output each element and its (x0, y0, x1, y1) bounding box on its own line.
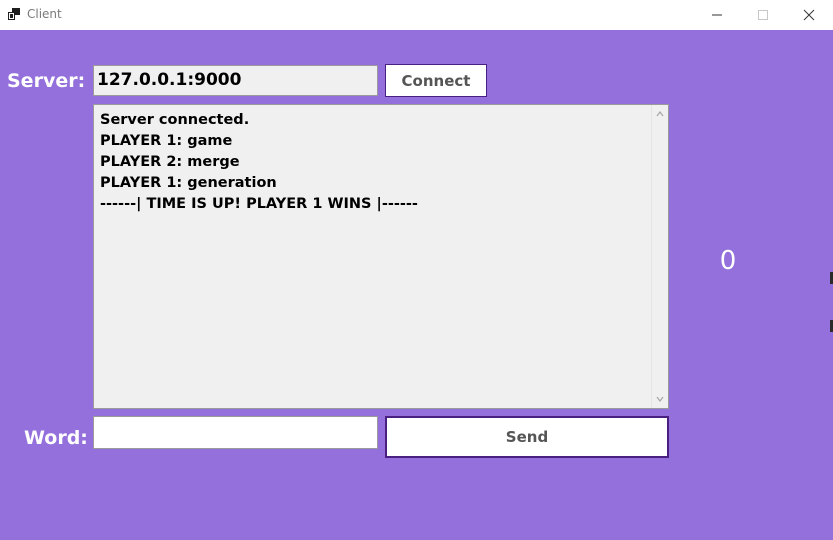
log-line: PLAYER 2: merge (100, 154, 240, 170)
close-icon (803, 9, 815, 21)
minimize-icon (712, 14, 722, 16)
server-label: Server: (7, 70, 86, 92)
app-window-icon (8, 8, 20, 20)
send-button[interactable]: Send (385, 416, 669, 458)
maximize-button[interactable] (740, 0, 786, 30)
log-line: Server connected. (100, 112, 250, 128)
log-scrollbar[interactable] (651, 105, 668, 408)
chevron-up-icon[interactable] (655, 109, 665, 119)
log-line: ------| TIME IS UP! PLAYER 1 WINS |-----… (100, 196, 418, 212)
minimize-button[interactable] (694, 0, 740, 30)
message-log-lines: Server connected. PLAYER 1: game PLAYER … (100, 110, 648, 215)
window-title: Client (27, 7, 62, 21)
maximize-icon (758, 10, 768, 20)
close-button[interactable] (786, 0, 832, 30)
connect-button[interactable]: Connect (385, 64, 487, 97)
message-log[interactable]: Server connected. PLAYER 1: game PLAYER … (93, 104, 669, 409)
log-line: PLAYER 1: game (100, 133, 233, 149)
title-bar[interactable]: Client (0, 0, 833, 30)
chevron-down-icon[interactable] (655, 394, 665, 404)
word-label: Word: (24, 427, 88, 449)
server-address-input[interactable]: 127.0.0.1:9000 (93, 65, 378, 96)
word-input[interactable] (93, 416, 378, 449)
log-line: PLAYER 1: generation (100, 175, 277, 191)
client-area: Server: 127.0.0.1:9000 Connect Server co… (0, 30, 833, 540)
score-display: 0 (719, 246, 737, 276)
